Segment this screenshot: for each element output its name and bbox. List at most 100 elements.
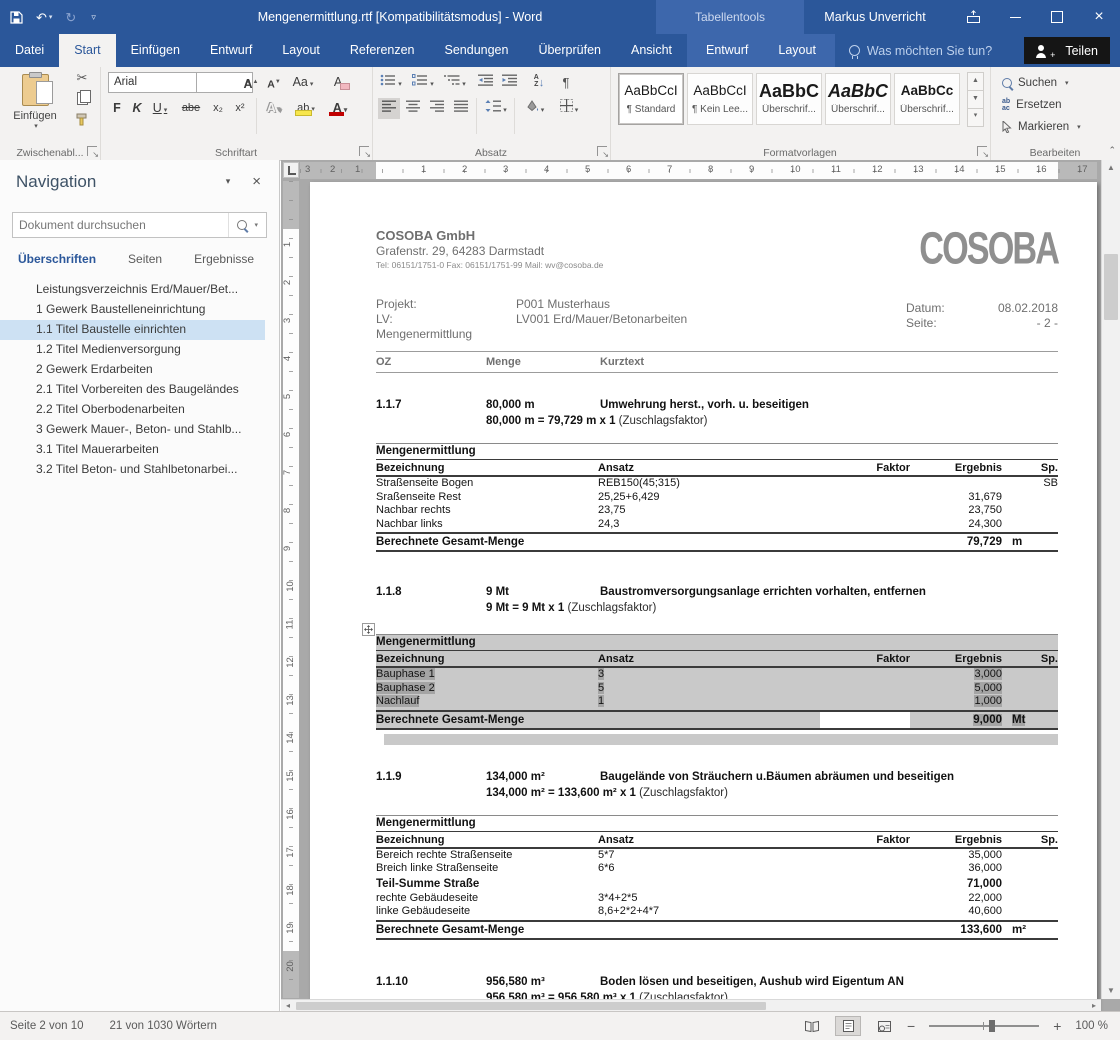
zoom-level[interactable]: 100 %: [1075, 1020, 1108, 1032]
bold-button[interactable]: F: [108, 98, 126, 119]
find-button[interactable]: Suchen ▾: [1002, 73, 1069, 93]
justify-button[interactable]: [450, 98, 472, 119]
nav-item-3-2-titel-beton-und-sta[interactable]: 3.2 Titel Beton- und Stahlbetonarbei...: [0, 460, 265, 480]
vertical-ruler[interactable]: 1234567891011121314151617181920: [283, 181, 299, 998]
style-berschrif[interactable]: AaBbCÜberschrif...: [756, 73, 822, 125]
document-page[interactable]: COSOBA GmbH Grafenstr. 29, 64283 Darmsta…: [310, 182, 1097, 1012]
paragraph-dialog-launcher-icon[interactable]: [597, 146, 607, 156]
line-spacing-button[interactable]: ▾: [482, 98, 510, 119]
vertical-scrollbar[interactable]: ▲ ▼: [1101, 160, 1120, 999]
tab-ansicht[interactable]: Ansicht: [616, 34, 687, 67]
undo-icon[interactable]: ↶▾: [36, 11, 52, 24]
styles-dialog-launcher-icon[interactable]: [977, 146, 987, 156]
minimize-button[interactable]: [994, 0, 1036, 34]
nav-item-2-1-titel-vorbereiten-de[interactable]: 2.1 Titel Vorbereiten des Baugeländes: [0, 380, 265, 400]
zoom-in-button[interactable]: +: [1053, 1019, 1061, 1033]
tab-layout[interactable]: Layout: [267, 34, 335, 67]
customize-qat-icon[interactable]: ▿: [89, 11, 96, 24]
nav-tab-berschriften[interactable]: Überschriften: [18, 252, 96, 266]
scroll-up-icon[interactable]: ▲: [1102, 160, 1120, 176]
close-button[interactable]: ×: [1078, 0, 1120, 34]
bullets-button[interactable]: ▾: [378, 72, 404, 93]
nav-item-2-gewerk-erdarbeiten[interactable]: 2 Gewerk Erdarbeiten: [0, 360, 265, 380]
vertical-scroll-thumb[interactable]: [1104, 254, 1118, 320]
underline-button[interactable]: U▾: [148, 98, 172, 119]
context-tab-entwurf[interactable]: Entwurf: [691, 34, 763, 67]
horizontal-ruler[interactable]: 3211234567891011121314151617: [300, 162, 1097, 179]
decrease-indent-button[interactable]: [474, 72, 496, 93]
italic-button[interactable]: K: [128, 98, 146, 119]
sort-button[interactable]: AZ↓: [526, 72, 552, 93]
nav-item-3-gewerk-mauer-beton[interactable]: 3 Gewerk Mauer-, Beton- und Stahlb...: [0, 420, 265, 440]
collapse-ribbon-icon[interactable]: ⌃: [1108, 145, 1116, 156]
tab-sendungen[interactable]: Sendungen: [430, 34, 524, 67]
borders-button[interactable]: ▾: [554, 98, 584, 119]
align-right-button[interactable]: [426, 98, 448, 119]
select-button[interactable]: Markieren ▾: [1002, 117, 1081, 137]
subscript-button[interactable]: x₂: [208, 98, 228, 119]
zoom-slider[interactable]: [929, 1025, 1039, 1027]
format-painter-button[interactable]: [68, 109, 96, 130]
zoom-slider-thumb[interactable]: [989, 1020, 995, 1032]
multilevel-list-button[interactable]: ▾: [442, 72, 468, 93]
show-paragraph-marks-button[interactable]: ¶: [556, 72, 576, 93]
align-left-button[interactable]: [378, 98, 400, 119]
numbering-button[interactable]: ▾: [410, 72, 436, 93]
print-layout-button[interactable]: [835, 1016, 861, 1036]
nav-item-leistungsverzeichnis-erd[interactable]: Leistungsverzeichnis Erd/Mauer/Bet...: [0, 280, 265, 300]
ribbon-display-options-icon[interactable]: [952, 0, 994, 34]
copy-button[interactable]: [68, 88, 96, 109]
clear-formatting-button[interactable]: A: [326, 72, 350, 93]
highlight-button[interactable]: ab▾: [292, 98, 320, 119]
tell-me-box[interactable]: Was möchten Sie tun?: [835, 34, 1006, 67]
tab-datei[interactable]: Datei: [0, 34, 59, 67]
web-layout-button[interactable]: [871, 1016, 897, 1036]
grow-font-button[interactable]: A▲: [240, 72, 262, 93]
shrink-font-button[interactable]: A▼: [264, 72, 284, 93]
nav-item-1-1-titel-baustelle-einr[interactable]: 1.1 Titel Baustelle einrichten: [0, 320, 265, 340]
nav-tab-ergebnisse[interactable]: Ergebnisse: [194, 252, 254, 266]
style-kein-lee[interactable]: AaBbCcI¶ Kein Lee...: [687, 73, 753, 125]
style-berschrif[interactable]: AaBbCcÜberschrif...: [894, 73, 960, 125]
nav-item-2-2-titel-oberbodenarbei[interactable]: 2.2 Titel Oberbodenarbeiten: [0, 400, 265, 420]
tab-entwurf[interactable]: Entwurf: [195, 34, 267, 67]
shading-button[interactable]: ▾: [520, 98, 548, 119]
font-family-select[interactable]: Arial▾: [108, 72, 209, 93]
navigation-close-icon[interactable]: ×: [252, 174, 261, 189]
nav-item-1-gewerk-baustelleneinri[interactable]: 1 Gewerk Baustelleneinrichtung: [0, 300, 265, 320]
word-count[interactable]: 21 von 1030 Wörtern: [110, 1020, 217, 1032]
nav-tab-seiten[interactable]: Seiten: [128, 252, 162, 266]
zoom-out-button[interactable]: −: [907, 1019, 915, 1033]
style-standard[interactable]: AaBbCcI¶ Standard: [618, 73, 684, 125]
font-color-button[interactable]: A▾: [326, 98, 354, 119]
tab-referenzen[interactable]: Referenzen: [335, 34, 430, 67]
font-dialog-launcher-icon[interactable]: [359, 146, 369, 156]
replace-button[interactable]: abac Ersetzen: [1002, 95, 1062, 115]
redo-icon[interactable]: ↻: [65, 11, 76, 24]
change-case-button[interactable]: Aa▾: [288, 72, 318, 93]
search-input[interactable]: [13, 218, 228, 232]
gallery-more-icon[interactable]: ▾: [967, 108, 984, 127]
table-move-handle-icon[interactable]: [362, 623, 375, 636]
search-button[interactable]: ▾: [228, 213, 266, 237]
style-berschrif[interactable]: AaBbCÜberschrif...: [825, 73, 891, 125]
horizontal-scroll-thumb[interactable]: [296, 1002, 766, 1010]
navigation-options-icon[interactable]: ▾: [226, 174, 231, 189]
user-name[interactable]: Markus Unverricht: [800, 0, 950, 34]
paste-button[interactable]: Einfügen ▾: [7, 71, 63, 145]
strikethrough-button[interactable]: abe: [178, 98, 204, 119]
page-count[interactable]: Seite 2 von 10: [10, 1020, 84, 1032]
align-center-button[interactable]: [402, 98, 424, 119]
read-mode-button[interactable]: [799, 1016, 825, 1036]
gallery-down-icon[interactable]: ▼: [967, 90, 984, 109]
context-tab-layout[interactable]: Layout: [763, 34, 831, 67]
tab-berpr-fen[interactable]: Überprüfen: [523, 34, 616, 67]
maximize-button[interactable]: [1036, 0, 1078, 34]
tab-einf-gen[interactable]: Einfügen: [116, 34, 195, 67]
nav-item-1-2-titel-medienversorgu[interactable]: 1.2 Titel Medienversorgung: [0, 340, 265, 360]
increase-indent-button[interactable]: [498, 72, 520, 93]
gallery-up-icon[interactable]: ▲: [967, 72, 984, 91]
text-effects-button[interactable]: A▾: [262, 98, 286, 119]
nav-item-3-1-titel-mauerarbeiten[interactable]: 3.1 Titel Mauerarbeiten: [0, 440, 265, 460]
superscript-button[interactable]: x²: [230, 98, 250, 119]
